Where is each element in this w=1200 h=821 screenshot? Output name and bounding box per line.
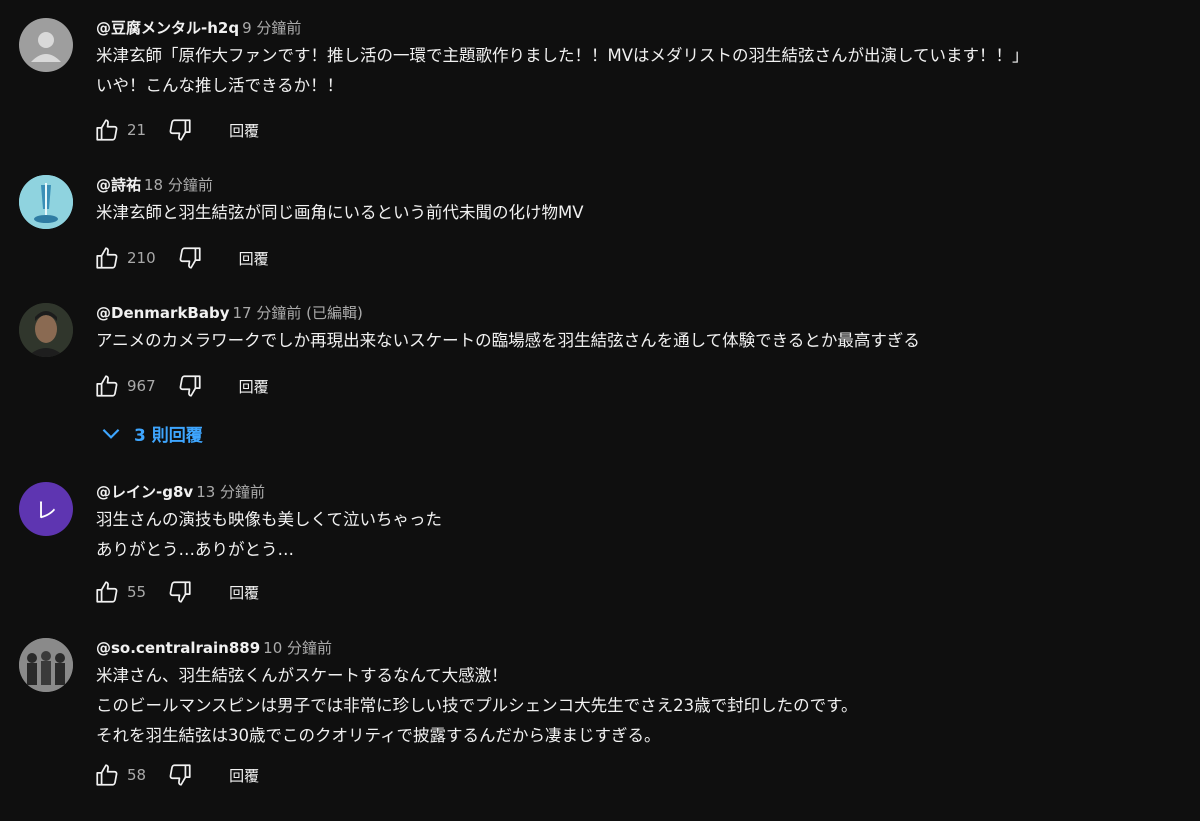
default-person-icon <box>31 32 61 62</box>
like-button[interactable] <box>92 115 122 145</box>
dislike-button[interactable] <box>175 371 205 401</box>
comment-header: @詩祐 18 分鐘前 <box>96 175 1186 195</box>
like-count: 21 <box>127 121 147 139</box>
thumbs-down-icon <box>179 375 201 397</box>
group-photo <box>19 638 73 692</box>
dislike-button[interactable] <box>165 577 195 607</box>
like-button[interactable] <box>92 577 122 607</box>
comment-body: @レイン-g8v 13 分鐘前 羽生さんの演技も映像も美しくて泣いちゃった ありが… <box>96 482 1186 565</box>
thumbs-down-icon <box>179 247 201 269</box>
avatar[interactable]: レ <box>19 482 73 536</box>
comment-body: @詩祐 18 分鐘前 米津玄師と羽生結弦が同じ画角にいるという前代未聞の化け物MV <box>96 175 1186 228</box>
comment-actions: 21 回覆 <box>92 115 259 145</box>
timestamp[interactable]: 9 分鐘前 <box>242 19 301 37</box>
chevron-down-icon <box>102 428 120 439</box>
thumbs-up-icon <box>96 119 118 141</box>
thumbs-up-icon <box>96 764 118 786</box>
view-replies-button[interactable]: 3 則回覆 <box>98 419 203 447</box>
like-button[interactable] <box>92 760 122 790</box>
like-count: 210 <box>127 249 156 267</box>
reply-button[interactable]: 回覆 <box>229 765 259 786</box>
avatar[interactable] <box>19 18 73 72</box>
ice-sculpture-photo <box>19 175 73 229</box>
comment-line: それを羽生結弦は30歳でこのクオリティで披露するんだから凄まじすぎる。 <box>96 726 661 745</box>
thumbs-down-icon <box>169 764 191 786</box>
replies-count-label: 3 則回覆 <box>134 425 203 446</box>
dislike-button[interactable] <box>165 115 195 145</box>
dislike-button[interactable] <box>165 760 195 790</box>
author-name[interactable]: @豆腐メンタル-h2q <box>96 19 239 37</box>
comment-actions: 55 回覆 <box>92 577 259 607</box>
like-count: 55 <box>127 583 147 601</box>
comment-header: @so.centralrain889 10 分鐘前 <box>96 638 1186 658</box>
timestamp[interactable]: 13 分鐘前 <box>196 483 265 501</box>
comment-line: 米津玄師「原作大ファンです！推し活の一環で主題歌作りました！！MVはメダリストの… <box>96 46 1029 65</box>
avatar[interactable] <box>19 303 73 357</box>
thumbs-up-icon <box>96 375 118 397</box>
avatar[interactable] <box>19 638 73 692</box>
comment-body: @so.centralrain889 10 分鐘前 米津さん、羽生結弦くんがスケー… <box>96 638 1186 751</box>
author-name[interactable]: @DenmarkBaby <box>96 304 230 322</box>
timestamp[interactable]: 10 分鐘前 <box>263 639 332 657</box>
comment-actions: 967 回覆 <box>92 371 269 401</box>
comment-line: 羽生さんの演技も映像も美しくて泣いちゃった <box>96 510 443 529</box>
thumbs-down-icon <box>169 581 191 603</box>
comment-text: 米津さん、羽生結弦くんがスケートするなんて大感激！ このビールマンスピンは男子で… <box>96 661 1186 751</box>
reply-button[interactable]: 回覆 <box>239 248 269 269</box>
reply-button[interactable]: 回覆 <box>229 120 259 141</box>
author-name[interactable]: @so.centralrain889 <box>96 639 260 657</box>
reply-button[interactable]: 回覆 <box>229 582 259 603</box>
like-count: 58 <box>127 766 147 784</box>
comment-line: いや！こんな推し活できるか！！ <box>96 76 344 95</box>
avatar[interactable] <box>19 175 73 229</box>
author-name[interactable]: @レイン-g8v <box>96 483 193 501</box>
comment-line: 米津さん、羽生結弦くんがスケートするなんて大感激！ <box>96 666 508 685</box>
timestamp[interactable]: 18 分鐘前 <box>144 176 213 194</box>
comment-text: アニメのカメラワークでしか再現出来ないスケートの臨場感を羽生結弦さんを通して体験… <box>96 326 1186 356</box>
comment-text: 米津玄師と羽生結弦が同じ画角にいるという前代未聞の化け物MV <box>96 198 1186 228</box>
comment-actions: 58 回覆 <box>92 760 259 790</box>
author-name[interactable]: @詩祐 <box>96 176 141 194</box>
comment-header: @豆腐メンタル-h2q 9 分鐘前 <box>96 18 1186 38</box>
thumbs-down-icon <box>169 119 191 141</box>
like-button[interactable] <box>92 243 122 273</box>
avatar-letter: レ <box>34 499 57 524</box>
comment-header: @DenmarkBaby 17 分鐘前 (已編輯) <box>96 303 1186 323</box>
thumbs-up-icon <box>96 247 118 269</box>
comment-body: @DenmarkBaby 17 分鐘前 (已編輯) アニメのカメラワークでしか再現… <box>96 303 1186 356</box>
thumbs-up-icon <box>96 581 118 603</box>
comment-actions: 210 回覆 <box>92 243 269 273</box>
like-count: 967 <box>127 377 156 395</box>
man-portrait-photo <box>19 303 73 357</box>
comment-text: 羽生さんの演技も映像も美しくて泣いちゃった ありがとう…ありがとう… <box>96 505 1186 565</box>
comment-line: ありがとう…ありがとう… <box>96 540 294 559</box>
like-button[interactable] <box>92 371 122 401</box>
comment-header: @レイン-g8v 13 分鐘前 <box>96 482 1186 502</box>
comment-line: このビールマンスピンは男子では非常に珍しい技でプルシェンコ大先生でさえ23歳で封… <box>96 696 858 715</box>
comment-body: @豆腐メンタル-h2q 9 分鐘前 米津玄師「原作大ファンです！推し活の一環で主題… <box>96 18 1186 101</box>
comment-text: 米津玄師「原作大ファンです！推し活の一環で主題歌作りました！！MVはメダリストの… <box>96 41 1186 101</box>
timestamp[interactable]: 17 分鐘前 (已編輯) <box>233 304 363 322</box>
comment-line: アニメのカメラワークでしか再現出来ないスケートの臨場感を羽生結弦さんを通して体験… <box>96 331 920 350</box>
dislike-button[interactable] <box>175 243 205 273</box>
reply-button[interactable]: 回覆 <box>239 376 269 397</box>
comment-line: 米津玄師と羽生結弦が同じ画角にいるという前代未聞の化け物MV <box>96 203 584 222</box>
